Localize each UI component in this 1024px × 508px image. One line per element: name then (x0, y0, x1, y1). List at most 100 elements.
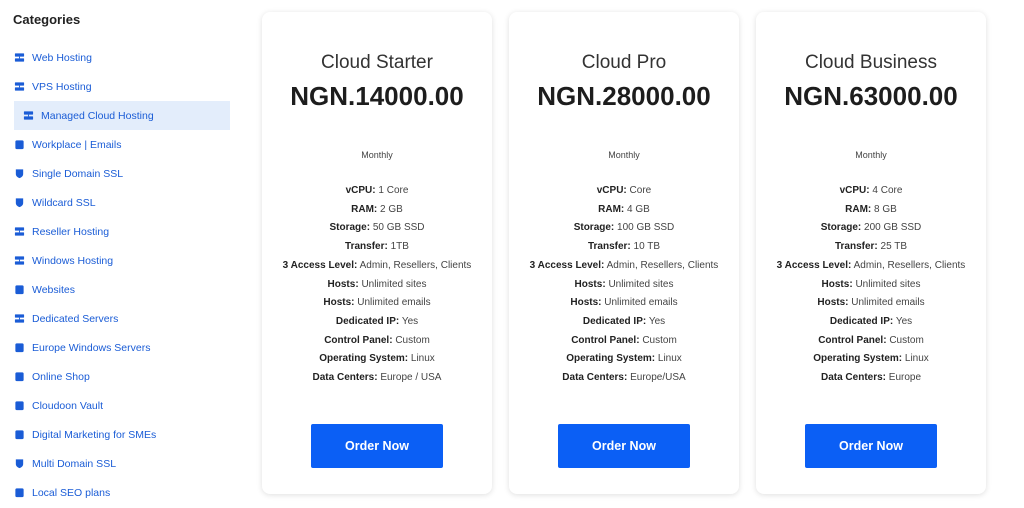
sidebar-item-label: Online Shop (32, 370, 90, 383)
feature-value: 25 TB (880, 241, 908, 253)
feature-value: Yes (895, 315, 913, 327)
sidebar-item[interactable]: Web Hosting (0, 43, 240, 72)
sidebar-item[interactable]: Single Domain SSL (0, 159, 240, 188)
server-icon (14, 313, 25, 324)
feature-key: Hosts: (327, 278, 359, 290)
feature-key: Operating System: (566, 353, 656, 365)
plan-name: Cloud Business (804, 52, 938, 73)
feature-key: Hosts: (817, 297, 849, 309)
box-icon (14, 487, 25, 498)
plan-price: NGN.14000.00 (290, 81, 464, 111)
sidebar-item[interactable]: Europe Windows Servers (0, 333, 240, 362)
feature-key: Dedicated IP: (829, 315, 894, 327)
feature-value: 10 TB (633, 241, 661, 253)
sidebar-item-label: Single Domain SSL (32, 167, 124, 180)
feature-key: Hosts: (574, 278, 606, 290)
feature-value: Custom (395, 334, 430, 346)
feature-key: Storage: (820, 222, 862, 234)
feature-key: Hosts: (323, 297, 355, 309)
order-now-button[interactable]: Order Now (558, 424, 690, 468)
sidebar-item[interactable]: Online Shop (0, 362, 240, 391)
feature-value: Unlimited sites (608, 278, 674, 290)
feature-line: Storage: 50 GB SSD (277, 219, 477, 238)
feature-line: Hosts: Unlimited emails (771, 294, 971, 313)
sidebar-item[interactable]: Reseller Hosting (0, 217, 240, 246)
sidebar-item[interactable]: Wildcard SSL (0, 188, 240, 217)
feature-value: Europe/USA (630, 372, 686, 384)
sidebar-item[interactable]: Managed Cloud Hosting (14, 101, 230, 130)
sidebar-item-label: Multi Domain SSL (32, 457, 117, 470)
feature-key: Transfer: (834, 241, 878, 253)
feature-line: Control Panel: Custom (771, 332, 971, 351)
feature-line: Dedicated IP: Yes (277, 313, 477, 332)
sidebar-item-label: Cloudoon Vault (32, 399, 104, 412)
sidebar-item-label: VPS Hosting (32, 80, 92, 93)
sidebar-item-label: Reseller Hosting (32, 225, 110, 238)
feature-value: Admin, Resellers, Clients (359, 259, 472, 271)
feature-value: Admin, Resellers, Clients (853, 259, 966, 271)
feature-key: Storage: (329, 222, 371, 234)
feature-value: Europe (888, 372, 922, 384)
feature-value: Linux (904, 353, 929, 365)
sidebar-item[interactable]: Websites (0, 275, 240, 304)
feature-line: vCPU: 1 Core (277, 182, 477, 201)
feature-line: RAM: 8 GB (771, 201, 971, 220)
feature-key: Control Panel: (818, 334, 887, 346)
server-icon (14, 52, 25, 63)
feature-key: 3 Access Level: (776, 259, 852, 271)
sidebar-item-label: Dedicated Servers (32, 312, 119, 325)
plan-features: vCPU: 4 Core RAM: 8 GB Storage: 200 GB SSD… (771, 182, 971, 388)
box-icon (14, 342, 25, 353)
feature-key: Data Centers: (820, 372, 886, 384)
feature-value: Yes (401, 315, 419, 327)
feature-line: Hosts: Unlimited sites (277, 276, 477, 295)
sidebar-item[interactable]: VPS Hosting (0, 72, 240, 101)
feature-line: Operating System: Linux (277, 350, 477, 369)
feature-key: RAM: (598, 203, 625, 215)
order-now-button[interactable]: Order Now (805, 424, 937, 468)
feature-line: 3 Access Level: Admin, Resellers, Client… (277, 257, 477, 276)
categories-title: Categories (13, 12, 81, 27)
feature-value: 50 GB SSD (372, 222, 425, 234)
sidebar-item[interactable]: Multi Domain SSL (0, 449, 240, 478)
sidebar-item[interactable]: Workplace | Emails (0, 130, 240, 159)
feature-key: Control Panel: (324, 334, 393, 346)
feature-value: Custom (889, 334, 924, 346)
feature-value: Europe / USA (380, 372, 442, 384)
feature-line: Hosts: Unlimited sites (771, 276, 971, 295)
feature-key: Transfer: (345, 241, 388, 253)
feature-line: Data Centers: Europe / USA (277, 369, 477, 388)
sidebar-item-label: Europe Windows Servers (32, 341, 151, 354)
box-icon (14, 284, 25, 295)
feature-key: Operating System: (813, 353, 903, 365)
feature-line: vCPU: Core (524, 182, 724, 201)
feature-key: Transfer: (587, 241, 631, 253)
feature-line: RAM: 4 GB (524, 201, 724, 220)
feature-value: Admin, Resellers, Clients (606, 259, 719, 271)
feature-line: Operating System: Linux (771, 350, 971, 369)
plan-price: NGN.63000.00 (784, 81, 958, 111)
feature-line: 3 Access Level: Admin, Resellers, Client… (771, 257, 971, 276)
shield-icon (14, 458, 25, 469)
sidebar-item[interactable]: Dedicated Servers (0, 304, 240, 333)
sidebar-item-label: Websites (32, 283, 75, 296)
feature-key: Data Centers: (312, 372, 378, 384)
feature-line: Transfer: 1TB (277, 238, 477, 257)
sidebar-item[interactable]: Local SEO plans (0, 478, 240, 507)
sidebar-item[interactable]: Windows Hosting (0, 246, 240, 275)
server-icon (14, 255, 25, 266)
plan-features: vCPU: 1 Core RAM: 2 GB Storage: 50 GB SSD T… (277, 182, 477, 388)
sidebar-item[interactable]: Cloudoon Vault (0, 391, 240, 420)
feature-key: Hosts: (570, 297, 602, 309)
order-now-button[interactable]: Order Now (311, 424, 443, 468)
server-icon (23, 110, 34, 121)
sidebar-item-label: Web Hosting (32, 51, 92, 64)
feature-value: 4 GB (627, 203, 650, 215)
plan-card-cloud-starter: Cloud Starter NGN.14000.00 Monthly vCPU:… (262, 12, 492, 494)
feature-key: 3 Access Level: (282, 259, 358, 271)
sidebar-item[interactable]: Digital Marketing for SMEs (0, 420, 240, 449)
plan-period: Monthly (855, 150, 887, 160)
plan-features: vCPU: Core RAM: 4 GB Storage: 100 GB SSD Tr… (524, 182, 724, 388)
feature-key: Dedicated IP: (335, 315, 400, 327)
feature-value: Linux (657, 353, 682, 365)
